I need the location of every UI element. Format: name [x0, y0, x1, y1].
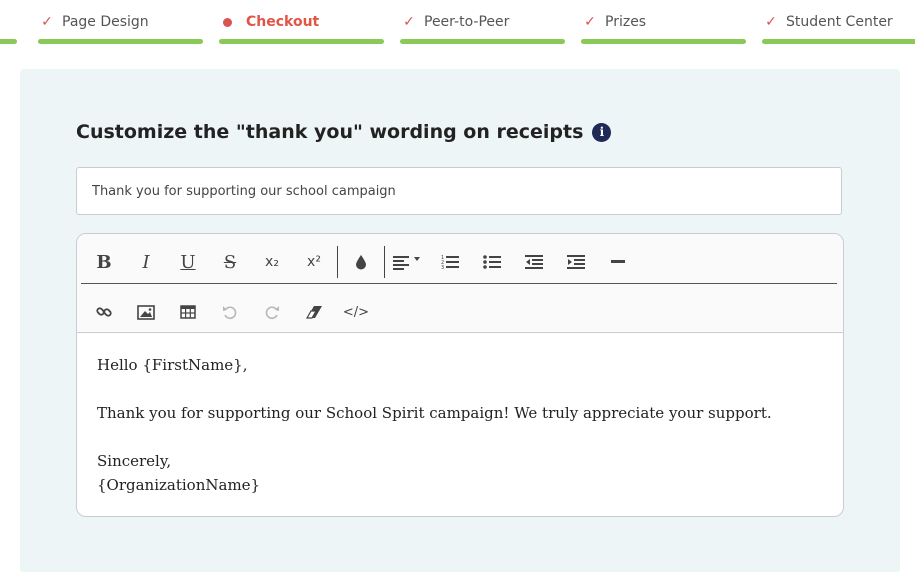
checkmark-icon: ✓: [584, 14, 596, 30]
progress-steps: ✓ Page Design Checkout ✓ Peer-to-Peer ✓ Pri…: [0, 0, 915, 48]
toolbar-separator: [384, 246, 385, 278]
checkmark-icon: ✓: [403, 14, 415, 30]
step-label: Student Center: [786, 14, 893, 30]
checkmark-icon: ✓: [765, 14, 777, 30]
info-icon[interactable]: i: [592, 122, 612, 142]
section-heading: Customize the "thank you" wording on rec…: [76, 121, 612, 143]
underline-icon[interactable]: U: [167, 242, 209, 282]
table-icon[interactable]: [167, 292, 209, 332]
redo-icon[interactable]: [251, 292, 293, 332]
signature-line: {OrganizationName}: [97, 476, 261, 494]
svg-text:3: 3: [441, 265, 444, 270]
unordered-list-icon[interactable]: [471, 242, 513, 282]
step-bar: [38, 39, 203, 44]
editor-content[interactable]: Hello {FirstName}, Thank you for support…: [77, 333, 843, 516]
section-title: Customize the "thank you" wording on rec…: [76, 121, 584, 143]
step-student-center[interactable]: ✓ Student Center: [762, 0, 915, 48]
step-label: Checkout: [246, 14, 320, 30]
toolbar-separator: [337, 246, 338, 278]
step-bar: [0, 39, 17, 44]
step-previous-bar: [0, 0, 22, 48]
align-dropdown-icon[interactable]: [387, 242, 429, 282]
step-bar: [581, 39, 746, 44]
closing-line: Sincerely,: [97, 452, 172, 470]
link-icon[interactable]: [83, 292, 125, 332]
thank-you-subject-input[interactable]: [76, 167, 842, 215]
step-label: Peer-to-Peer: [424, 14, 510, 30]
ordered-list-icon[interactable]: 123: [429, 242, 471, 282]
current-step-dot-icon: [223, 17, 232, 27]
body-line: Thank you for supporting our School Spir…: [97, 404, 772, 422]
checkmark-icon: ✓: [41, 14, 53, 30]
step-checkout[interactable]: Checkout: [219, 0, 384, 48]
undo-icon[interactable]: [209, 292, 251, 332]
subscript-icon[interactable]: x₂: [251, 242, 293, 282]
image-icon[interactable]: [125, 292, 167, 332]
superscript-icon[interactable]: x²: [293, 242, 335, 282]
step-label: Page Design: [62, 14, 149, 30]
step-bar: [219, 39, 384, 44]
horizontal-rule-icon[interactable]: [597, 242, 639, 282]
step-page-design[interactable]: ✓ Page Design: [38, 0, 203, 48]
outdent-icon[interactable]: [513, 242, 555, 282]
text-color-icon[interactable]: [340, 242, 382, 282]
greeting-line: Hello {FirstName},: [97, 356, 248, 374]
step-prizes[interactable]: ✓ Prizes: [581, 0, 746, 48]
clear-format-icon[interactable]: [293, 292, 335, 332]
step-peer-to-peer[interactable]: ✓ Peer-to-Peer: [400, 0, 565, 48]
step-bar: [400, 39, 565, 44]
indent-icon[interactable]: [555, 242, 597, 282]
step-label: Prizes: [605, 14, 647, 30]
code-view-icon[interactable]: </>: [335, 292, 377, 332]
editor-toolbar: B I U S x₂ x² 123 </>: [77, 234, 843, 333]
toolbar-row-formatting: B I U S x₂ x² 123: [83, 242, 639, 282]
rich-text-editor: B I U S x₂ x² 123 </> Hello {FirstName},…: [76, 233, 844, 517]
receipt-settings-panel: Customize the "thank you" wording on rec…: [20, 69, 900, 572]
step-bar: [762, 39, 915, 44]
toolbar-row-insert: </>: [83, 292, 377, 332]
bold-icon[interactable]: B: [83, 242, 125, 282]
toolbar-divider: [81, 283, 837, 284]
italic-icon[interactable]: I: [125, 242, 167, 282]
strikethrough-icon[interactable]: S: [209, 242, 251, 282]
